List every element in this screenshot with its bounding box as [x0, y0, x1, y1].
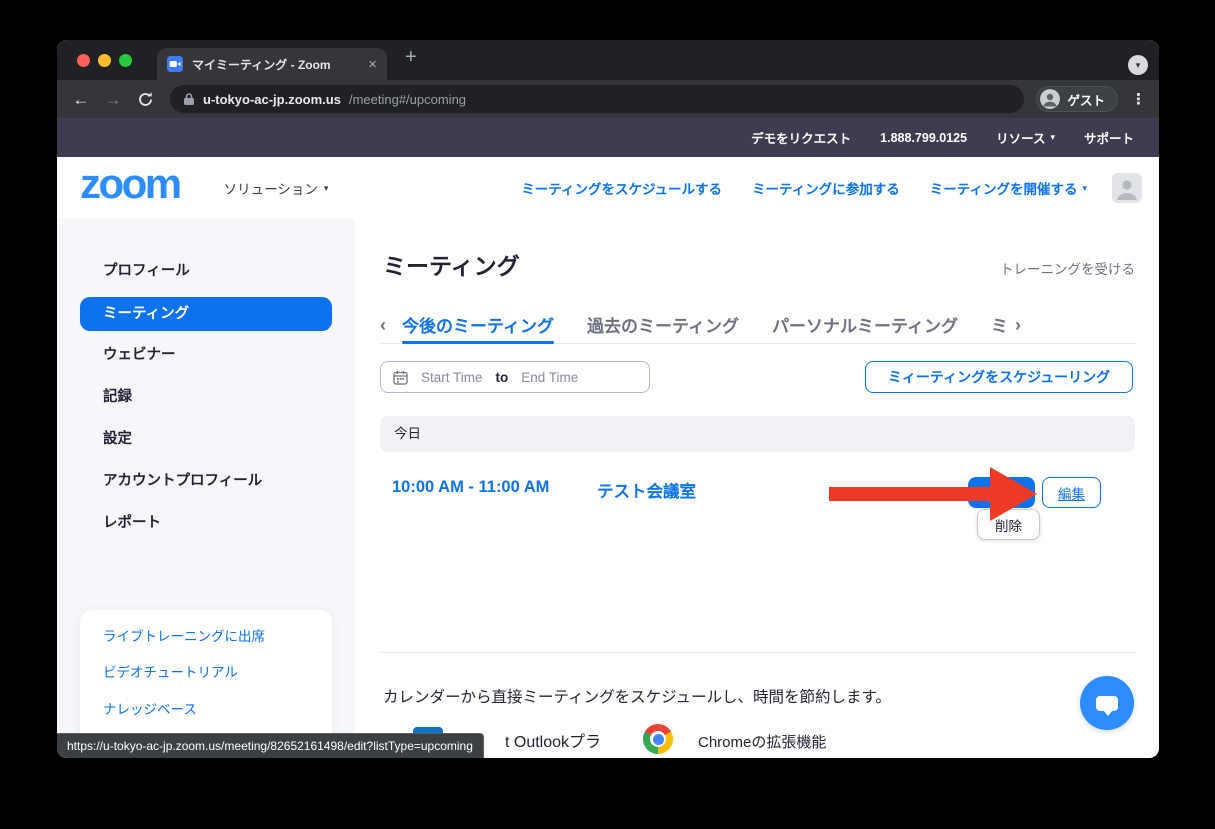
guest-label: ゲスト: [1067, 90, 1105, 109]
guest-profile-chip[interactable]: ゲスト: [1036, 86, 1118, 112]
address-bar[interactable]: u-tokyo-ac-jp.zoom.us /meeting#/upcoming: [170, 85, 1024, 113]
meeting-name-link[interactable]: テスト会議室: [597, 478, 696, 502]
chrome-extension-icon[interactable]: [643, 724, 673, 754]
reload-icon[interactable]: [134, 91, 156, 108]
url-path: /meeting#/upcoming: [349, 92, 466, 107]
browser-window: マイミーティング - Zoom × + ▾ ← → u-tokyo-ac-jp.…: [57, 40, 1159, 758]
schedule-meeting-link[interactable]: ミーティングをスケジュールする: [521, 178, 722, 198]
chevron-down-icon: ▾: [1050, 132, 1055, 143]
chrome-extension-link[interactable]: Chromeの拡張機能: [698, 731, 826, 752]
chat-bubble-icon: [1096, 696, 1118, 711]
meeting-time: 10:00 AM - 11:00 AM: [392, 478, 549, 497]
browser-tab[interactable]: マイミーティング - Zoom ×: [157, 48, 387, 80]
user-avatar[interactable]: [1112, 173, 1142, 203]
desktop-background: マイミーティング - Zoom × + ▾ ← → u-tokyo-ac-jp.…: [0, 0, 1215, 829]
window-zoom-button[interactable]: [119, 54, 132, 67]
sidebar-item-recordings[interactable]: 記録: [103, 386, 132, 408]
zoom-favicon-icon: [167, 56, 183, 72]
tab-upcoming-meetings[interactable]: 今後のミーティング: [402, 306, 554, 343]
tabs-chevron-left-icon[interactable]: ‹: [380, 316, 386, 334]
sidebar-item-settings[interactable]: 設定: [103, 428, 132, 450]
chevron-down-icon: ▾: [1082, 183, 1087, 194]
window-close-button[interactable]: [77, 54, 90, 67]
tabs-chevron-right-icon[interactable]: ›: [1015, 316, 1021, 334]
join-meeting-link[interactable]: ミーティングに参加する: [752, 178, 900, 198]
topnav-resources-label: リソース: [996, 128, 1045, 147]
start-time-input[interactable]: Start Time: [421, 370, 483, 385]
window-controls: [77, 54, 132, 67]
tab-truncated[interactable]: ミ: [991, 306, 1008, 343]
outlook-plugin-link[interactable]: t Outlookプラ: [505, 728, 601, 752]
browser-tab-strip: マイミーティング - Zoom × + ▾: [57, 40, 1159, 80]
get-training-link[interactable]: トレーニングを受ける: [1000, 258, 1135, 278]
sidebar-item-account-profile[interactable]: アカウントプロフィール: [103, 470, 262, 492]
tab-close-icon[interactable]: ×: [368, 57, 377, 72]
browser-update-chevron-button[interactable]: ▾: [1128, 55, 1148, 75]
host-meeting-link[interactable]: ミーティングを開催する ▾: [930, 178, 1087, 198]
edit-button[interactable]: 編集: [1042, 477, 1101, 508]
zoom-logo[interactable]: zoom: [80, 163, 180, 213]
main-panel: ミーティング トレーニングを受ける ‹ 今後のミーティング 過去のミーティング …: [355, 219, 1159, 758]
topnav-phone: 1.888.799.0125: [880, 131, 967, 145]
site-header: zoom ソリューション ▾ ミーティングをスケジュールする ミーティングに参加…: [57, 157, 1159, 219]
topnav-support[interactable]: サポート: [1084, 128, 1134, 147]
sidebar: プロフィール ミーティング ウェビナー 記録 設定 アカウントプロフィール レポ…: [57, 219, 355, 758]
back-icon[interactable]: ←: [70, 91, 92, 108]
sidebar-link-live-training[interactable]: ライブトレーニングに出席: [103, 627, 265, 647]
tab-title: マイミーティング - Zoom: [192, 56, 359, 73]
meeting-tabs: ‹ 今後のミーティング 過去のミーティング パーソナルミーティング ミ ›: [380, 306, 1135, 344]
today-group-header: 今日: [380, 416, 1135, 452]
url-host: u-tokyo-ac-jp.zoom.us: [203, 92, 341, 107]
tab-previous-meetings[interactable]: 過去のミーティング: [587, 306, 739, 343]
window-minimize-button[interactable]: [98, 54, 111, 67]
end-time-input[interactable]: End Time: [521, 370, 578, 385]
to-label: to: [496, 370, 509, 385]
section-divider: [380, 652, 1135, 653]
date-range-picker[interactable]: Start Time to End Time: [380, 361, 650, 393]
sidebar-item-meetings[interactable]: ミーティング: [80, 297, 332, 331]
chevron-down-icon: ▾: [324, 183, 329, 194]
host-meeting-label: ミーティングを開催する: [930, 178, 1078, 198]
topnav-request-demo[interactable]: デモをリクエスト: [751, 128, 851, 147]
browser-menu-icon[interactable]: ⋮: [1131, 90, 1146, 108]
topnav-resources[interactable]: リソース ▾: [996, 128, 1055, 147]
forward-icon[interactable]: →: [102, 91, 124, 108]
schedule-meeting-button[interactable]: ミィーティングをスケジューリング: [865, 361, 1133, 393]
guest-avatar-icon: [1040, 89, 1060, 109]
page-title: ミーティング: [383, 247, 520, 281]
sidebar-link-video-tutorials[interactable]: ビデオチュートリアル: [103, 663, 238, 683]
chat-help-button[interactable]: [1080, 676, 1134, 730]
sidebar-item-webinars[interactable]: ウェビナー: [103, 344, 176, 366]
sidebar-item-reports[interactable]: レポート: [103, 512, 161, 534]
calendar-promo-text: カレンダーから直接ミーティングをスケジュールし、時間を節約します。: [383, 685, 891, 707]
status-url: https://u-tokyo-ac-jp.zoom.us/meeting/82…: [67, 739, 473, 753]
sidebar-link-knowledge-base[interactable]: ナレッジベース: [103, 700, 197, 720]
solutions-label: ソリューション: [224, 178, 318, 198]
browser-toolbar: ← → u-tokyo-ac-jp.zoom.us /meeting#/upco…: [57, 80, 1159, 118]
site-topnav: デモをリクエスト 1.888.799.0125 リソース ▾ サポート: [57, 118, 1159, 157]
sidebar-item-profile[interactable]: プロフィール: [103, 260, 190, 282]
lock-icon: [183, 92, 195, 106]
red-annotation-arrow: [829, 467, 1037, 521]
calendar-icon: [393, 370, 408, 385]
tab-personal-meetings[interactable]: パーソナルミーティング: [772, 306, 958, 343]
solutions-menu[interactable]: ソリューション ▾: [224, 178, 329, 198]
new-tab-button[interactable]: +: [405, 46, 417, 69]
link-status-tooltip: https://u-tokyo-ac-jp.zoom.us/meeting/82…: [57, 733, 484, 758]
